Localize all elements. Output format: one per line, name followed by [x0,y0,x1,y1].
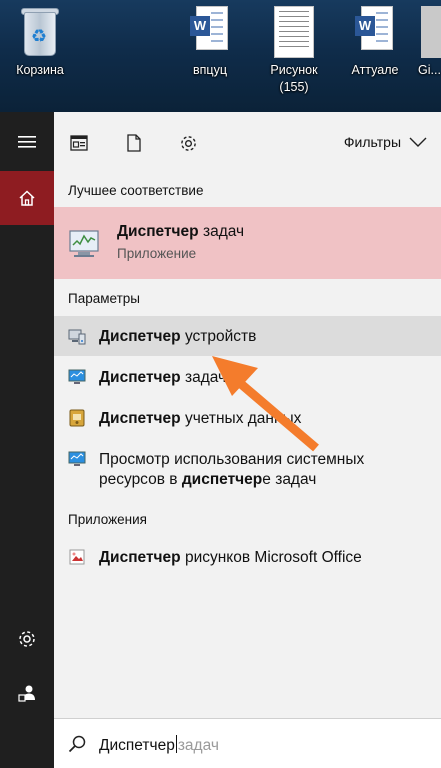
desktop-icon-image[interactable]: Рисунок (155) [258,6,330,96]
best-match-subtitle: Приложение [117,246,197,261]
search-box[interactable]: Диспетчер задач [54,718,441,768]
desktop: ♻ Корзина W впцуц Рисунок (155) W Аттуал… [0,0,441,112]
credential-manager-icon [68,409,86,427]
desktop-icon-partial[interactable]: Gi... [418,6,441,79]
result-device-manager[interactable]: Диспетчер устройств [54,316,441,356]
filters-label: Фильтры [343,134,401,150]
search-suggestion: задач [177,737,219,754]
desktop-icon-recycle-bin[interactable]: ♻ Корзина [5,6,75,79]
search-icon [68,735,86,753]
search-typed-text: Диспетчер [99,737,175,754]
filters-dropdown[interactable]: Фильтры [344,134,427,150]
best-match-result[interactable]: Диспетчер задач Приложение [54,207,441,279]
section-settings: Параметры [68,291,140,306]
word-document-icon: W [190,6,230,58]
chevron-down-icon [409,137,427,147]
settings-gear-icon[interactable] [0,612,54,666]
result-label: Диспетчер рисунков Microsoft Office [99,549,362,566]
result-label: Просмотр использования системных ресурсо… [99,451,365,488]
result-label: Диспетчер учетных данных [99,410,302,427]
result-credential-manager[interactable]: Диспетчер учетных данных [54,398,441,438]
task-manager-icon [66,225,102,266]
file-icon[interactable] [124,133,144,153]
desktop-icon-label: Аттуале [351,63,399,77]
result-picture-manager[interactable]: Диспетчер рисунков Microsoft Office [54,537,441,577]
desktop-icon-label: Gi... [418,63,441,77]
desktop-icon-document[interactable]: W впцуц [175,6,245,79]
documents-icon[interactable] [69,133,89,153]
best-match-title: Диспетчер задач [117,223,245,240]
search-input[interactable]: Диспетчер задач [99,735,219,755]
settings-gear-icon[interactable] [178,133,198,153]
desktop-icon-label: Корзина [16,63,64,77]
search-panel: Фильтры Лучшее соответствие Диспетчер за… [54,112,441,768]
desktop-icon-label: впцуц [193,63,227,77]
device-manager-icon [68,327,86,345]
text-caret [175,735,177,753]
desktop-icon-label: Рисунок (155) [270,63,318,94]
desktop-icon-document-2[interactable]: W Аттуале [340,6,410,79]
result-label: Диспетчер задач [99,369,227,386]
result-resource-usage[interactable]: Просмотр использования системных ресурсо… [54,439,441,499]
monitor-icon [68,450,86,468]
image-file-icon [274,6,314,58]
user-account-icon[interactable] [0,666,54,720]
recycle-bin-icon: ♻ [18,6,62,58]
section-best-match: Лучшее соответствие [68,183,204,198]
app-icon [421,6,441,58]
hamburger-menu-icon[interactable] [0,115,54,169]
section-apps: Приложения [68,512,147,527]
home-icon[interactable] [0,171,54,225]
start-rail [0,112,54,768]
search-toolbar: Фильтры [54,112,441,174]
monitor-icon [68,368,86,386]
picture-manager-icon [68,548,86,566]
result-task-manager-setting[interactable]: Диспетчер задач [54,357,441,397]
word-document-icon: W [355,6,395,58]
result-label: Диспетчер устройств [99,328,257,345]
